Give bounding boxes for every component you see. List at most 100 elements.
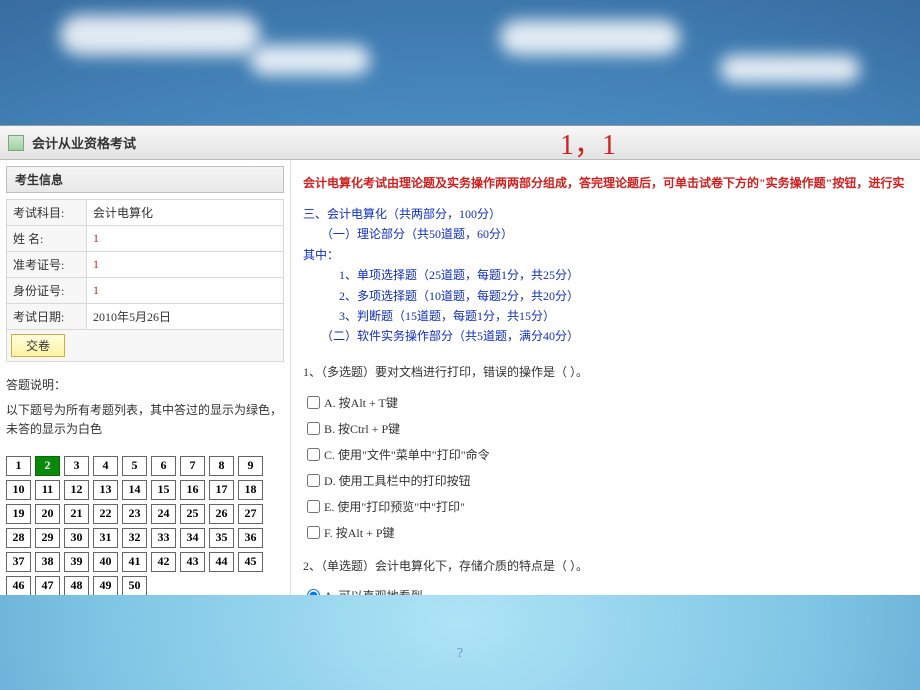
candidate-info-table: 考试科目: 会计电算化 姓 名: 1 准考证号: 1 身份证号: 1 考试日期:	[6, 199, 284, 362]
row-name: 姓 名: 1	[7, 226, 284, 252]
question-cell-9[interactable]: 9	[238, 456, 263, 476]
q1-checkbox-d[interactable]	[307, 474, 320, 487]
value-date: 2010年5月26日	[87, 304, 284, 330]
question-cell-35[interactable]: 35	[209, 528, 234, 548]
q1-checkbox-a[interactable]	[307, 396, 320, 409]
question-cell-15[interactable]: 15	[151, 480, 176, 500]
question-cell-8[interactable]: 8	[209, 456, 234, 476]
label-id: 身份证号:	[7, 278, 87, 304]
q1-stem: 1、（多选题）要对文档进行打印，错误的操作是（ ）。	[303, 361, 908, 384]
q2-option-a[interactable]: A. 可以直观地看到	[307, 587, 908, 595]
exam-structure: 三、会计电算化（共两部分，100分） （一）理论部分（共50道题，60分） 其中…	[303, 204, 908, 347]
footer-glyph: ?	[457, 646, 463, 662]
question-cell-23[interactable]: 23	[122, 504, 147, 524]
question-cell-49[interactable]: 49	[93, 576, 118, 595]
q2-options: A. 可以直观地看到	[307, 587, 908, 595]
label-date: 考试日期:	[7, 304, 87, 330]
question-cell-4[interactable]: 4	[93, 456, 118, 476]
q1-checkbox-b[interactable]	[307, 422, 320, 435]
question-cell-34[interactable]: 34	[180, 528, 205, 548]
struct-line-1: 三、会计电算化（共两部分，100分）	[303, 204, 908, 224]
question-cell-3[interactable]: 3	[64, 456, 89, 476]
question-cell-47[interactable]: 47	[35, 576, 60, 595]
question-cell-26[interactable]: 26	[209, 504, 234, 524]
question-cell-46[interactable]: 46	[6, 576, 31, 595]
titlebar: 会计从业资格考试 1，1	[0, 126, 920, 160]
instructions-body: 以下题号为所有考题列表，其中答过的显示为绿色，未答的显示为白色	[6, 401, 284, 439]
question-cell-48[interactable]: 48	[64, 576, 89, 595]
question-cell-28[interactable]: 28	[6, 528, 31, 548]
right-panel: 会计电算化考试由理论题及实务操作两两部分组成，答完理论题后，可单击试卷下方的"实…	[290, 160, 920, 595]
struct-line-5: 2、多项选择题（10道题，每题2分，共20分）	[303, 286, 908, 306]
submit-button[interactable]: 交卷	[11, 334, 65, 357]
exam-window: 会计从业资格考试 1，1 考生信息 考试科目: 会计电算化 姓 名: 1 准考证…	[0, 125, 920, 595]
question-cell-44[interactable]: 44	[209, 552, 234, 572]
value-name: 1	[87, 226, 284, 252]
q1-option-e[interactable]: E. 使用"打印预览"中"打印"	[307, 498, 908, 515]
struct-line-4: 1、单项选择题（25道题，每题1分，共25分）	[303, 265, 908, 285]
question-cell-45[interactable]: 45	[238, 552, 263, 572]
question-cell-37[interactable]: 37	[6, 552, 31, 572]
question-cell-38[interactable]: 38	[35, 552, 60, 572]
question-cell-18[interactable]: 18	[238, 480, 263, 500]
struct-line-3: 其中：	[303, 245, 908, 265]
question-cell-5[interactable]: 5	[122, 456, 147, 476]
question-cell-27[interactable]: 27	[238, 504, 263, 524]
q1-options: A. 按Alt + T键 B. 按Ctrl + P键 C. 使用"文件"菜单中"…	[307, 394, 908, 541]
value-admission: 1	[87, 252, 284, 278]
q1-option-c[interactable]: C. 使用"文件"菜单中"打印"命令	[307, 446, 908, 463]
question-cell-12[interactable]: 12	[64, 480, 89, 500]
question-cell-50[interactable]: 50	[122, 576, 147, 595]
struct-line-6: 3、判断题（15道题，每题1分，共15分）	[303, 306, 908, 326]
q1-option-d[interactable]: D. 使用工具栏中的打印按钮	[307, 472, 908, 489]
q1-checkbox-e[interactable]	[307, 500, 320, 513]
background-clouds	[0, 0, 920, 120]
window-title: 会计从业资格考试	[32, 133, 136, 152]
q1-checkbox-f[interactable]	[307, 526, 320, 539]
question-cell-39[interactable]: 39	[64, 552, 89, 572]
candidate-info-header: 考生信息	[6, 166, 284, 193]
question-cell-2[interactable]: 2	[35, 456, 60, 476]
question-cell-19[interactable]: 19	[6, 504, 31, 524]
question-cell-6[interactable]: 6	[151, 456, 176, 476]
question-cell-31[interactable]: 31	[93, 528, 118, 548]
exam-notice: 会计电算化考试由理论题及实务操作两两部分组成，答完理论题后，可单击试卷下方的"实…	[303, 174, 908, 192]
q1-option-f[interactable]: F. 按Alt + P键	[307, 524, 908, 541]
question-cell-24[interactable]: 24	[151, 504, 176, 524]
value-subject: 会计电算化	[87, 200, 284, 226]
label-subject: 考试科目:	[7, 200, 87, 226]
question-cell-21[interactable]: 21	[64, 504, 89, 524]
question-cell-41[interactable]: 41	[122, 552, 147, 572]
q2-radio-a[interactable]	[307, 589, 320, 595]
q1-checkbox-c[interactable]	[307, 448, 320, 461]
row-submit: 交卷	[7, 330, 284, 362]
question-cell-17[interactable]: 17	[209, 480, 234, 500]
question-cell-33[interactable]: 33	[151, 528, 176, 548]
question-cell-43[interactable]: 43	[180, 552, 205, 572]
question-cell-29[interactable]: 29	[35, 528, 60, 548]
left-panel: 考生信息 考试科目: 会计电算化 姓 名: 1 准考证号: 1 身份证号: 1	[0, 160, 290, 595]
question-cell-32[interactable]: 32	[122, 528, 147, 548]
question-cell-11[interactable]: 11	[35, 480, 60, 500]
content-area: 考生信息 考试科目: 会计电算化 姓 名: 1 准考证号: 1 身份证号: 1	[0, 160, 920, 595]
question-cell-40[interactable]: 40	[93, 552, 118, 572]
question-cell-14[interactable]: 14	[122, 480, 147, 500]
row-id: 身份证号: 1	[7, 278, 284, 304]
row-subject: 考试科目: 会计电算化	[7, 200, 284, 226]
question-cell-36[interactable]: 36	[238, 528, 263, 548]
question-cell-16[interactable]: 16	[180, 480, 205, 500]
question-cell-25[interactable]: 25	[180, 504, 205, 524]
q1-option-b[interactable]: B. 按Ctrl + P键	[307, 420, 908, 437]
question-cell-7[interactable]: 7	[180, 456, 205, 476]
question-cell-10[interactable]: 10	[6, 480, 31, 500]
q1-option-a[interactable]: A. 按Alt + T键	[307, 394, 908, 411]
red-marker: 1，1	[560, 123, 616, 163]
question-cell-1[interactable]: 1	[6, 456, 31, 476]
struct-line-7: （二）软件实务操作部分（共5道题，满分40分）	[303, 326, 908, 346]
question-cell-30[interactable]: 30	[64, 528, 89, 548]
label-admission: 准考证号:	[7, 252, 87, 278]
question-cell-20[interactable]: 20	[35, 504, 60, 524]
question-cell-22[interactable]: 22	[93, 504, 118, 524]
question-cell-13[interactable]: 13	[93, 480, 118, 500]
question-cell-42[interactable]: 42	[151, 552, 176, 572]
